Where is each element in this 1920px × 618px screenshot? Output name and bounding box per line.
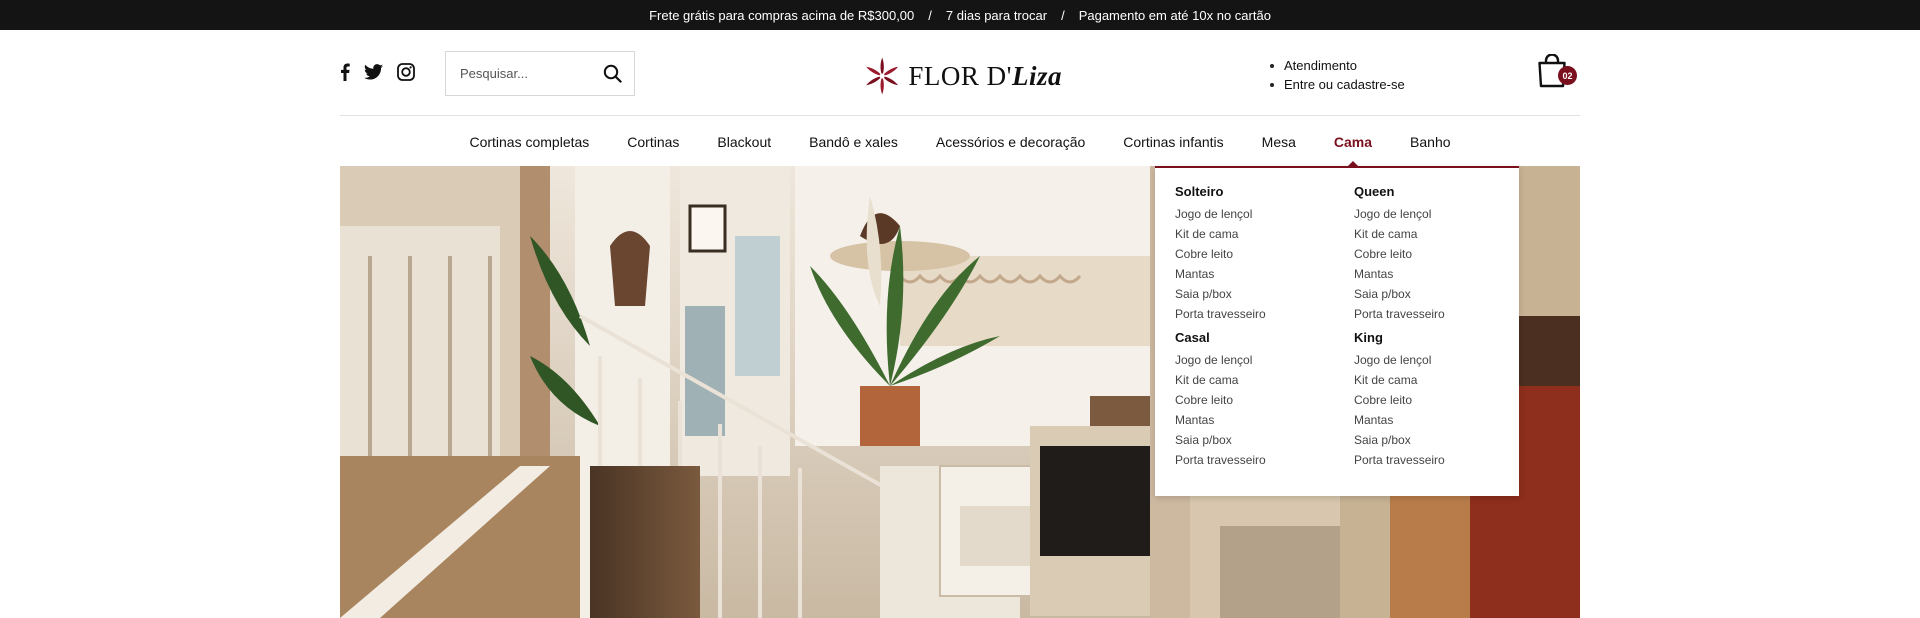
submenu-link[interactable]: Saia p/box	[1175, 430, 1345, 450]
nav-item-acessorios[interactable]: Acessórios e decoração	[936, 134, 1085, 150]
payment-text: Pagamento em até 10x no cartão	[1078, 7, 1271, 23]
submenu-link[interactable]: Kit de cama	[1175, 224, 1345, 244]
login-link[interactable]: Entre ou cadastre-se	[1270, 75, 1405, 94]
separator: /	[928, 7, 932, 23]
submenu-link[interactable]: Jogo de lençol	[1175, 350, 1345, 370]
submenu-link[interactable]: Mantas	[1354, 410, 1524, 430]
submenu-link[interactable]: Kit de cama	[1175, 370, 1345, 390]
submenu-link[interactable]: Mantas	[1175, 410, 1345, 430]
brand-text-main: FLOR D'	[908, 60, 1012, 91]
submenu-link[interactable]: Mantas	[1354, 264, 1524, 284]
submenu-heading-casal[interactable]: Casal	[1175, 330, 1345, 345]
social-links	[340, 63, 415, 81]
instagram-icon[interactable]	[397, 63, 415, 81]
flower-logo-icon	[866, 57, 899, 95]
nav-item-cortinas-completas[interactable]: Cortinas completas	[469, 134, 589, 150]
submenu-link[interactable]: Porta travesseiro	[1354, 304, 1524, 324]
nav-item-cortinas[interactable]: Cortinas	[627, 134, 679, 150]
submenu-heading-king[interactable]: King	[1354, 330, 1524, 345]
brand-text-script: Liza	[1011, 60, 1062, 91]
cart-button[interactable]: 02	[1536, 53, 1580, 92]
facebook-icon[interactable]	[340, 63, 350, 81]
search-box	[445, 51, 635, 96]
nav-item-mesa[interactable]: Mesa	[1262, 134, 1296, 150]
brand-name: FLOR D'Liza	[908, 61, 1062, 92]
submenu-queen: Queen Jogo de lençol Kit de cama Cobre l…	[1354, 184, 1524, 324]
search-icon[interactable]	[603, 64, 622, 88]
submenu-link[interactable]: Cobre leito	[1175, 244, 1345, 264]
submenu-link[interactable]: Cobre leito	[1354, 244, 1524, 264]
submenu-link[interactable]: Saia p/box	[1354, 430, 1524, 450]
dropdown-column-right: Queen Jogo de lençol Kit de cama Cobre l…	[1354, 184, 1524, 470]
submenu-link[interactable]: Cobre leito	[1354, 390, 1524, 410]
nav-item-blackout[interactable]: Blackout	[717, 134, 771, 150]
submenu-link[interactable]: Porta travesseiro	[1175, 450, 1345, 470]
submenu-link[interactable]: Saia p/box	[1354, 284, 1524, 304]
exchange-text: 7 dias para trocar	[945, 7, 1048, 23]
cama-dropdown-menu: Solteiro Jogo de lençol Kit de cama Cobr…	[1155, 166, 1519, 496]
free-shipping-text: Frete grátis para compras acima de R$300…	[649, 7, 915, 23]
cart-count-badge: 02	[1558, 66, 1577, 85]
main-navigation: Cortinas completas Cortinas Blackout Ban…	[0, 117, 1920, 166]
submenu-heading-solteiro[interactable]: Solteiro	[1175, 184, 1345, 199]
nav-item-cama[interactable]: Cama	[1334, 134, 1372, 166]
submenu-link[interactable]: Mantas	[1175, 264, 1345, 284]
separator: /	[1061, 7, 1065, 23]
submenu-link[interactable]: Saia p/box	[1175, 284, 1345, 304]
submenu-link[interactable]: Jogo de lençol	[1175, 204, 1345, 224]
submenu-solteiro: Solteiro Jogo de lençol Kit de cama Cobr…	[1175, 184, 1345, 324]
dropdown-column-left: Solteiro Jogo de lençol Kit de cama Cobr…	[1175, 184, 1345, 470]
submenu-link[interactable]: Kit de cama	[1354, 224, 1524, 244]
submenu-link[interactable]: Kit de cama	[1354, 370, 1524, 390]
search-input[interactable]	[446, 52, 596, 95]
submenu-king: King Jogo de lençol Kit de cama Cobre le…	[1354, 330, 1524, 470]
submenu-link[interactable]: Jogo de lençol	[1354, 204, 1524, 224]
site-logo[interactable]: FLOR D'Liza	[862, 52, 1062, 100]
submenu-heading-queen[interactable]: Queen	[1354, 184, 1524, 199]
submenu-casal: Casal Jogo de lençol Kit de cama Cobre l…	[1175, 330, 1345, 470]
twitter-icon[interactable]	[364, 64, 383, 80]
nav-item-bando-e-xales[interactable]: Bandô e xales	[809, 134, 898, 150]
site-header: FLOR D'Liza Atendimento Entre ou cadastr…	[340, 30, 1580, 116]
account-links: Atendimento Entre ou cadastre-se	[1270, 56, 1405, 94]
announcement-bar: Frete grátis para compras acima de R$300…	[0, 0, 1920, 30]
submenu-link[interactable]: Porta travesseiro	[1175, 304, 1345, 324]
nav-item-banho[interactable]: Banho	[1410, 134, 1450, 150]
service-link[interactable]: Atendimento	[1270, 56, 1405, 75]
submenu-link[interactable]: Jogo de lençol	[1354, 350, 1524, 370]
nav-item-cortinas-infantis[interactable]: Cortinas infantis	[1123, 134, 1223, 150]
submenu-link[interactable]: Cobre leito	[1175, 390, 1345, 410]
submenu-link[interactable]: Porta travesseiro	[1354, 450, 1524, 470]
